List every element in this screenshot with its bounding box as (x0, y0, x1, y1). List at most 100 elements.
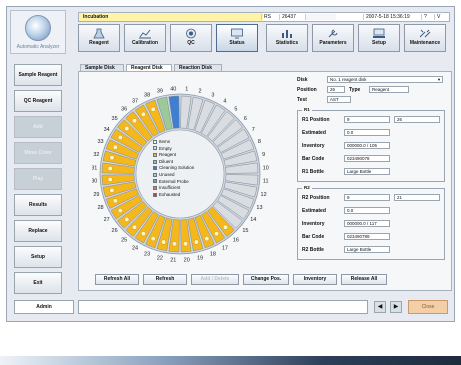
toolbar-reagent-button[interactable]: Reagent (78, 24, 120, 52)
r1-inventory-field[interactable]: 000000.0 / 105 (344, 142, 390, 149)
disk-action-bar: Refresh All Refresh Add / Delete Change … (95, 274, 445, 286)
sidebar-move-color-button[interactable]: Move Color (14, 142, 62, 164)
sidebar-qc-reagent-button[interactable]: QC Reagent (14, 90, 62, 112)
legend-item: Exhausted (153, 192, 207, 199)
toolbar-maintenance-button[interactable]: Maintenance (404, 24, 446, 52)
carousel-slot-label: 36 (121, 107, 127, 113)
slot-bottle-icon (214, 231, 220, 237)
carousel-slot-label: 19 (197, 256, 203, 262)
legend-swatch (153, 172, 157, 177)
carousel-slot-label: 31 (92, 165, 97, 171)
legend-label: Reagent (159, 152, 177, 158)
refresh-all-button[interactable]: Refresh All (95, 274, 139, 285)
chart-icon (139, 29, 151, 39)
carousel-slot-label: 5 (234, 107, 237, 113)
release-all-button[interactable]: Release All (341, 274, 387, 285)
legend-item: Reagent (153, 152, 207, 159)
position-field[interactable]: 26 (327, 86, 345, 93)
slot-bottle-icon (112, 198, 118, 204)
help-button[interactable]: ? (421, 14, 433, 20)
type-label: Type (349, 87, 361, 93)
slot-bottle-icon (172, 241, 178, 247)
carousel-slot-label: 8 (258, 139, 261, 145)
tab-sample-disk[interactable]: Sample Disk (80, 64, 124, 71)
test-field[interactable]: AST (327, 96, 351, 103)
slot-bottle-icon (109, 187, 115, 193)
message-bar (78, 300, 368, 314)
carousel-slot-label: 30 (92, 179, 97, 185)
sidebar-exit-button[interactable]: Exit (14, 272, 62, 294)
r1-estimated-label: Estimated (302, 130, 326, 136)
carousel-slot-label: 24 (132, 245, 138, 251)
change-position-button[interactable]: Change Pos. (243, 274, 289, 285)
r1-position-label: R1 Position (302, 117, 330, 123)
slot-bottle-icon (150, 236, 156, 242)
legend-label: Items (159, 139, 171, 144)
toolbar-setup-button[interactable]: Setup (358, 24, 400, 52)
sidebar-setup-button[interactable]: Setup (14, 246, 62, 268)
r2-group: R2 R2 Position 9 21 Estimated 0.0 Invent… (297, 185, 445, 260)
carousel-slot-label: 13 (256, 205, 262, 211)
r2-inventory-field[interactable]: 000000.0 / 117 (344, 220, 390, 227)
slot-bottle-icon (140, 231, 146, 237)
toolbar-calibration-button[interactable]: Calibration (124, 24, 166, 52)
toolbar-statistics-button[interactable]: Statistics (266, 24, 308, 52)
disk-select[interactable]: No. 1 reagent disk ▼ (327, 76, 443, 83)
tab-reagent-disk[interactable]: Reagent Disk (126, 64, 172, 71)
slot-bottle-icon (193, 239, 199, 245)
sidebar-play-button[interactable]: Play (14, 168, 62, 190)
legend-item: Empty (153, 146, 207, 153)
r2-position-extra-field[interactable]: 21 (394, 194, 440, 201)
r2-barcode-field[interactable]: 023490789 (344, 233, 390, 240)
sidebar-add-button[interactable]: Add (14, 116, 62, 138)
carousel-slot-label: 9 (262, 152, 265, 158)
toolbar-qc-button[interactable]: QC (170, 24, 212, 52)
r2-position-field[interactable]: 9 (344, 194, 390, 201)
toolbar-calibration-label: Calibration (131, 40, 159, 46)
inventory-button[interactable]: Inventory (293, 274, 337, 285)
carousel-slot-label: 6 (244, 116, 247, 122)
r2-bottle-label: R2 Bottle (302, 247, 324, 253)
carousel-slot-label: 28 (97, 205, 103, 211)
refresh-button[interactable]: Refresh (143, 274, 187, 285)
sidebar-replace-button[interactable]: Replace (14, 220, 62, 242)
legend-swatch (153, 159, 157, 164)
legend-label: Empty (159, 145, 172, 151)
position-label: Position (297, 87, 317, 93)
r1-position-extra-field[interactable]: 26 (394, 116, 440, 123)
legend-swatch (153, 153, 157, 157)
carousel-slot-label: 26 (112, 228, 118, 234)
type-field[interactable]: Reagent (369, 86, 409, 93)
r1-position-field[interactable]: 9 (344, 116, 390, 123)
legend-item: Cleaning Solution (153, 165, 207, 172)
r2-position-label: R2 Position (302, 195, 330, 201)
slot-bottle-icon (132, 118, 138, 124)
r1-barcode-field[interactable]: 023490078 (344, 155, 390, 162)
legend-swatch (153, 185, 157, 190)
wrench-icon (328, 29, 338, 38)
sidebar-sample-reagent-button[interactable]: Sample Reagent (14, 64, 62, 86)
legend-label: Insufficient (159, 185, 181, 191)
previous-arrow-icon[interactable]: ◀ (374, 301, 386, 313)
r1-estimated-field[interactable]: 0.0 (344, 129, 390, 136)
carousel-slot-label: 40 (170, 86, 176, 92)
decorative-gradient-strip (0, 356, 461, 365)
app-logo: Automatic Analyzer (10, 10, 66, 54)
status-cell-mode: RS (261, 14, 278, 20)
slot-bottle-icon (109, 155, 115, 161)
carousel-slot-label: 21 (170, 258, 176, 264)
r1-bottle-field[interactable]: Large Bottle (344, 168, 390, 175)
bar-chart-icon (282, 30, 292, 38)
sidebar-results-button[interactable]: Results (14, 194, 62, 216)
version-button[interactable]: V (434, 14, 446, 20)
carousel-slot-label: 14 (250, 217, 256, 223)
computer-icon (373, 28, 385, 38)
toolbar-status-button[interactable]: Status (216, 24, 258, 52)
close-button[interactable]: Close (408, 300, 448, 314)
add-delete-button[interactable]: Add / Delete (191, 274, 239, 285)
tab-reaction-disk[interactable]: Reaction Disk (174, 64, 222, 71)
r2-bottle-field[interactable]: Large Bottle (344, 246, 390, 253)
toolbar-parameters-button[interactable]: Parameters (312, 24, 354, 52)
r2-estimated-field[interactable]: 0.0 (344, 207, 390, 214)
next-arrow-icon[interactable]: ▶ (390, 301, 402, 313)
